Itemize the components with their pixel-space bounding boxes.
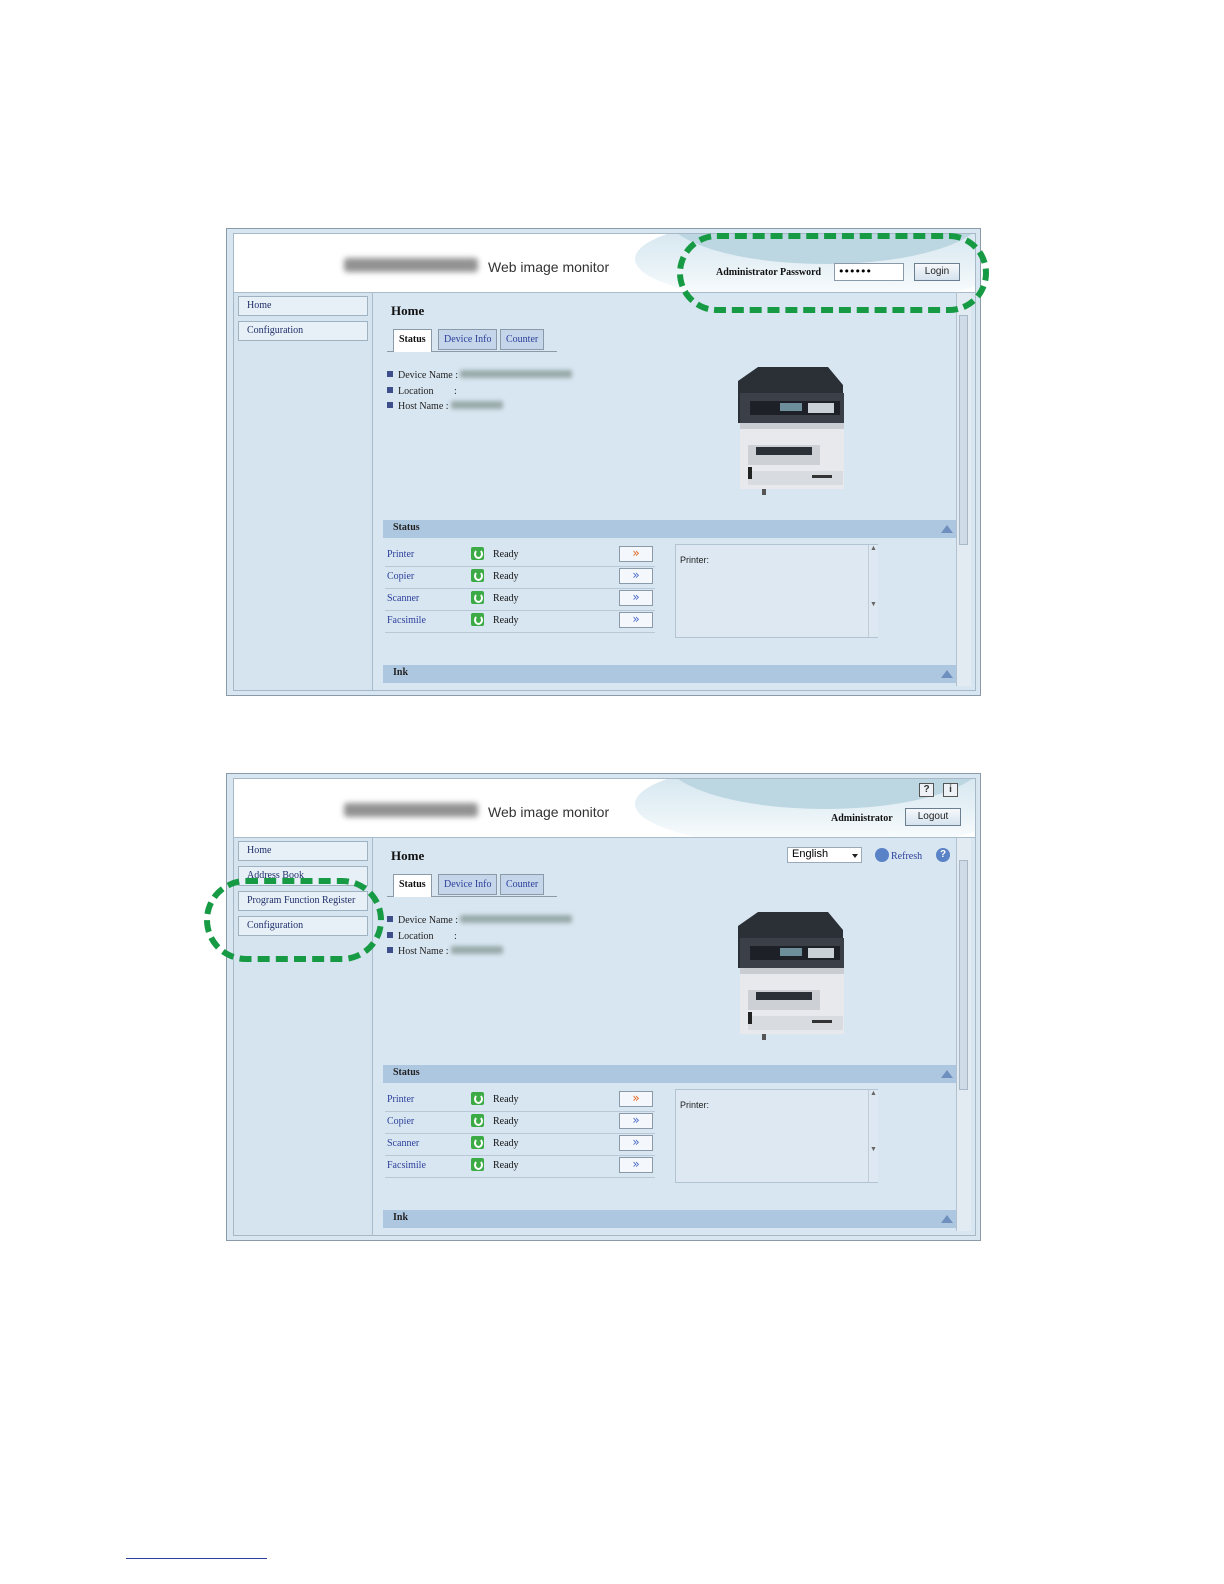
status-section-header[interactable]: Status xyxy=(383,1065,957,1083)
ready-icon xyxy=(471,1092,484,1105)
status-row-scanner: Scanner Ready » xyxy=(385,588,655,611)
message-box[interactable]: Printer: ▲ ▼ xyxy=(675,544,878,638)
tab-bar: Status Device Info Counter xyxy=(387,874,557,897)
info-host-name: Host Name : xyxy=(387,401,504,412)
page-scrollbar[interactable] xyxy=(956,293,971,686)
product-logo xyxy=(344,803,478,817)
details-arrow-button[interactable]: » xyxy=(619,546,653,562)
highlight-callout xyxy=(204,878,384,962)
app-title: Web image monitor xyxy=(488,804,610,820)
tab-status[interactable]: Status xyxy=(393,329,432,352)
sidebar-item-configuration[interactable]: Configuration xyxy=(238,321,368,341)
footnote-rule xyxy=(126,1558,267,1559)
page-help-icon[interactable]: ? xyxy=(936,848,950,862)
tab-counter[interactable]: Counter xyxy=(500,874,545,895)
device-link[interactable]: Printer xyxy=(387,1094,414,1105)
product-logo xyxy=(344,258,478,272)
details-arrow-button[interactable]: » xyxy=(619,1157,653,1173)
info-device-name: Device Name : xyxy=(387,370,573,381)
details-arrow-button[interactable]: » xyxy=(619,1091,653,1107)
status-row-facsimile: Facsimile Ready » xyxy=(385,610,655,633)
ink-section-header[interactable]: Ink xyxy=(383,665,957,683)
printer-image xyxy=(738,367,844,495)
ready-icon xyxy=(471,1114,484,1127)
ready-icon xyxy=(471,1136,484,1149)
ready-icon xyxy=(471,613,484,626)
app-title: Web image monitor xyxy=(488,259,610,275)
tab-device-info[interactable]: Device Info xyxy=(438,329,498,350)
info-location: Location : xyxy=(387,931,457,942)
user-label: Administrator xyxy=(831,813,893,824)
main-content: Home English Refresh ? Status Device Inf… xyxy=(373,838,957,1235)
status-row-printer: Printer Ready » xyxy=(385,544,655,567)
device-link[interactable]: Facsimile xyxy=(387,615,426,626)
chevron-down-icon xyxy=(852,854,858,858)
ink-section-header[interactable]: Ink xyxy=(383,1210,957,1228)
sidebar-item-home[interactable]: Home xyxy=(238,841,368,861)
help-icon[interactable]: ? xyxy=(919,783,934,797)
status-row-printer: Printer Ready » xyxy=(385,1089,655,1112)
page-scrollbar[interactable] xyxy=(956,838,971,1231)
refresh-link[interactable]: Refresh xyxy=(875,848,922,862)
info-host-name: Host Name : xyxy=(387,946,504,957)
tab-status[interactable]: Status xyxy=(393,874,432,897)
tab-bar: Status Device Info Counter xyxy=(387,329,557,352)
collapse-arrow-icon[interactable] xyxy=(941,670,953,678)
browser-frame: Web image monitor ? i Administrator Logo… xyxy=(233,778,976,1236)
page-title: Home xyxy=(391,303,425,318)
status-row-facsimile: Facsimile Ready » xyxy=(385,1155,655,1178)
details-arrow-button[interactable]: » xyxy=(619,1135,653,1151)
device-link[interactable]: Printer xyxy=(387,549,414,560)
details-arrow-button[interactable]: » xyxy=(619,568,653,584)
message-scrollbar[interactable]: ▲ ▼ xyxy=(868,545,878,637)
ready-icon xyxy=(471,1158,484,1171)
collapse-arrow-icon[interactable] xyxy=(941,1070,953,1078)
device-link[interactable]: Scanner xyxy=(387,593,419,604)
details-arrow-button[interactable]: » xyxy=(619,590,653,606)
logout-button[interactable]: Logout xyxy=(905,808,961,826)
device-link[interactable]: Facsimile xyxy=(387,1160,426,1171)
details-arrow-button[interactable]: » xyxy=(619,612,653,628)
message-scrollbar[interactable]: ▲ ▼ xyxy=(868,1090,878,1182)
language-select[interactable]: English xyxy=(787,847,862,863)
details-arrow-button[interactable]: » xyxy=(619,1113,653,1129)
info-location: Location : xyxy=(387,386,457,397)
main-content: Home Status Device Info Counter Device N… xyxy=(373,293,957,690)
sidebar: Home Configuration xyxy=(234,293,373,690)
device-link[interactable]: Copier xyxy=(387,571,414,582)
tab-counter[interactable]: Counter xyxy=(500,329,545,350)
collapse-arrow-icon[interactable] xyxy=(941,525,953,533)
sidebar-item-home[interactable]: Home xyxy=(238,296,368,316)
device-link[interactable]: Scanner xyxy=(387,1138,419,1149)
ready-icon xyxy=(471,569,484,582)
device-link[interactable]: Copier xyxy=(387,1116,414,1127)
printer-image xyxy=(738,912,844,1040)
status-row-copier: Copier Ready » xyxy=(385,1111,655,1134)
page-title: Home xyxy=(391,848,425,863)
highlight-callout xyxy=(677,233,989,313)
header: Web image monitor ? i Administrator Logo… xyxy=(234,779,975,838)
refresh-icon xyxy=(875,848,889,862)
info-device-name: Device Name : xyxy=(387,915,573,926)
status-row-scanner: Scanner Ready » xyxy=(385,1133,655,1156)
message-box[interactable]: Printer: ▲ ▼ xyxy=(675,1089,878,1183)
collapse-arrow-icon[interactable] xyxy=(941,1215,953,1223)
ready-icon xyxy=(471,591,484,604)
status-section-header[interactable]: Status xyxy=(383,520,957,538)
info-icon[interactable]: i xyxy=(943,783,958,797)
tab-device-info[interactable]: Device Info xyxy=(438,874,498,895)
status-row-copier: Copier Ready » xyxy=(385,566,655,589)
screenshot-logged-in: Web image monitor ? i Administrator Logo… xyxy=(226,773,981,1241)
ready-icon xyxy=(471,547,484,560)
